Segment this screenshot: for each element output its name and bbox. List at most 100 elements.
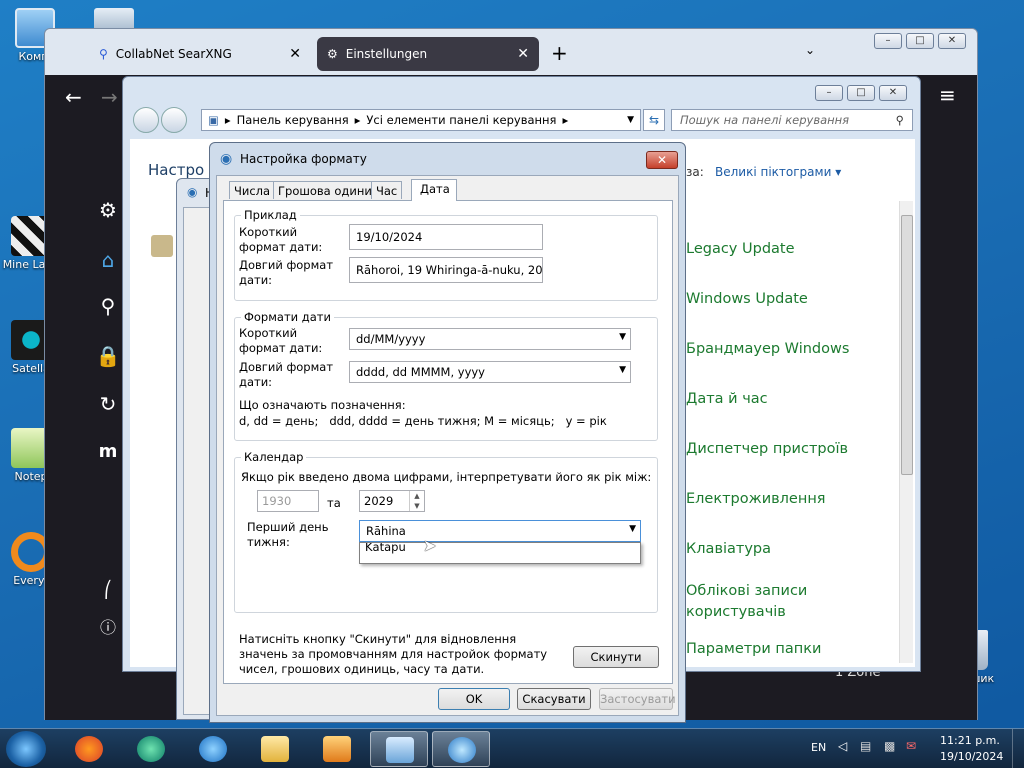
breadcrumb-item[interactable]: Усі елементи панелі керування [366,113,556,127]
address-bar[interactable]: ▣ ▸ Панель керування ▸ Усі елементи пане… [201,109,641,131]
long-format-combo[interactable]: dddd, dd MMMM, yyyy ▼ [349,361,631,383]
tab-numbers[interactable]: Числа [229,181,276,199]
year-spinner[interactable]: ▲ ▼ [409,491,424,511]
internet-explorer-icon [199,736,227,762]
tray-icon[interactable]: ▤ [860,739,871,753]
breadcrumb-arrow-icon: ▸ [224,113,231,127]
settings-gear-icon[interactable]: ⚙ [95,197,121,223]
dropdown-option[interactable]: Kātapu [365,543,406,554]
home-icon[interactable]: ⌂ [95,247,121,273]
m-logo-icon[interactable]: m [95,439,121,465]
cp-item-power[interactable]: Електроживлення [686,491,826,507]
ok-button[interactable]: OK [438,688,510,710]
clock-time[interactable]: 11:21 p.m. [940,734,1000,747]
gear-icon: ⚙ [327,47,338,61]
dialog-title: Настройка формату [240,152,367,166]
back-arrow-icon[interactable]: ← [65,85,82,109]
reset-description: Натисніть кнопку "Скинути" для відновлен… [239,632,548,676]
help-icon[interactable]: ⓘ [95,615,121,641]
cp-item-keyboard[interactable]: Клавіатура [686,541,771,557]
cp-item-device-manager[interactable]: Диспетчер пристроїв [686,441,848,457]
network-icon[interactable]: ▩ [884,739,895,753]
long-example-value: Rāhoroi, 19 Whiringa-ā-nuku, 2024 [349,257,543,283]
show-desktop-button[interactable] [1012,729,1024,768]
menu-icon[interactable]: ≡ [939,83,956,107]
cp-item-legacy-update[interactable]: Legacy Update [686,241,795,257]
long-format-value: dddd, dd MMMM, yyyy [356,365,485,379]
taskbar-media[interactable] [308,731,366,767]
taskbar-app2[interactable] [122,731,180,767]
scrollbar-thumb[interactable] [901,215,913,475]
close-tab-icon[interactable]: ✕ [289,46,301,62]
breadcrumb-item[interactable]: Панель керування [237,113,349,127]
first-day-value: Rāhina [366,524,406,538]
dropdown-arrow-icon: ▼ [629,524,636,534]
cancel-button[interactable]: Скасувати [517,688,591,710]
minimize-button[interactable]: – [874,33,902,49]
cp-item-folder-options[interactable]: Параметри папки [686,641,821,657]
clock-date[interactable]: 19/10/2024 [940,750,1003,763]
dialog-body: Числа Грошова одиниця Час Дата Приклад К… [216,175,679,716]
example-group-label: Приклад [241,208,300,222]
format-dialog: ◉ Настройка формату ✕ Числа Грошова один… [209,142,686,723]
year-and-label: та [327,496,341,510]
cp-item-firewall[interactable]: Брандмауер Windows [686,341,849,357]
year-from-input[interactable]: 1930 [257,490,319,512]
date-tab-panel: Приклад Короткий формат дати: 19/10/2024… [223,200,673,684]
cp-icon [151,235,173,257]
minimize-button[interactable]: – [815,85,843,101]
sync-icon[interactable]: ↻ [95,391,121,417]
taskbar-region[interactable] [432,731,490,767]
forward-button[interactable] [161,107,187,133]
maximize-button[interactable]: □ [847,85,875,101]
tab-time[interactable]: Час [371,181,403,199]
start-button[interactable] [6,731,46,767]
short-format-combo[interactable]: dd/MM/yyyy ▼ [349,328,631,350]
forward-arrow-icon[interactable]: → [101,85,118,109]
notation-title: Що означають позначення: [239,398,406,412]
search-nav-icon[interactable]: ⚲ [95,293,121,319]
extensions-icon[interactable]: ⎛ [95,577,121,603]
tab-einstellungen[interactable]: ⚙ Einstellungen ✕ [317,37,539,71]
tab-searxng[interactable]: ⚲ CollabNet SearXNG ✕ [89,37,311,71]
tab-date[interactable]: Дата [411,179,457,201]
close-tab-icon[interactable]: ✕ [517,46,529,62]
new-tab-button[interactable]: + [551,41,568,65]
dropdown-arrow-icon[interactable]: ▼ [627,115,634,125]
cp-item-date-time[interactable]: Дата й час [686,391,768,407]
taskbar-firefox[interactable] [60,731,118,767]
maximize-button[interactable]: □ [906,33,934,49]
search-input[interactable]: Пошук на панелі керування ⚲ [671,109,913,131]
view-by-value: Великі піктограми [715,165,832,179]
mouse-cursor-icon: ➤ [423,536,437,555]
cp-item-user-accounts[interactable]: Облікові записи користувачів [686,581,826,623]
scrollbar[interactable] [899,201,913,663]
apply-button: Застосувати [599,688,676,710]
media-player-icon [323,736,351,762]
language-indicator[interactable]: EN [811,741,826,754]
long-example-label: Довгий формат дати: [239,258,334,287]
reset-button[interactable]: Скинути [573,646,659,668]
tray-arrow-icon[interactable]: ◁ [838,739,847,753]
view-by-dropdown[interactable]: Великі піктограми ▾ [715,165,841,179]
date-formats-group-label: Формати дати [241,310,334,324]
globe-icon [448,737,476,763]
volume-muted-icon[interactable]: ✉ [906,739,916,753]
taskbar-control-panel[interactable] [370,731,428,767]
back-button[interactable] [133,107,159,133]
taskbar-explorer[interactable] [246,731,304,767]
two-digit-year-label: Якщо рік введено двома цифрами, інтерпре… [241,470,652,484]
short-example-value: 19/10/2024 [349,224,543,250]
chevron-down-icon[interactable]: ⌄ [805,43,815,57]
close-button[interactable]: ✕ [879,85,907,101]
first-day-combo[interactable]: Rāhina ▼ [359,520,641,542]
first-day-dropdown-list[interactable]: Kātapu [359,542,641,564]
calendar-group-label: Календар [241,450,307,464]
dialog-close-button[interactable]: ✕ [646,151,678,169]
cp-item-windows-update[interactable]: Windows Update [686,291,808,307]
taskbar: EN ◁ ▤ ▩ ✉ 11:21 p.m. 19/10/2024 [0,728,1024,768]
close-button[interactable]: ✕ [938,33,966,49]
lock-icon[interactable]: 🔒 [95,343,121,369]
refresh-button[interactable]: ⇆ [643,109,665,131]
taskbar-ie[interactable] [184,731,242,767]
